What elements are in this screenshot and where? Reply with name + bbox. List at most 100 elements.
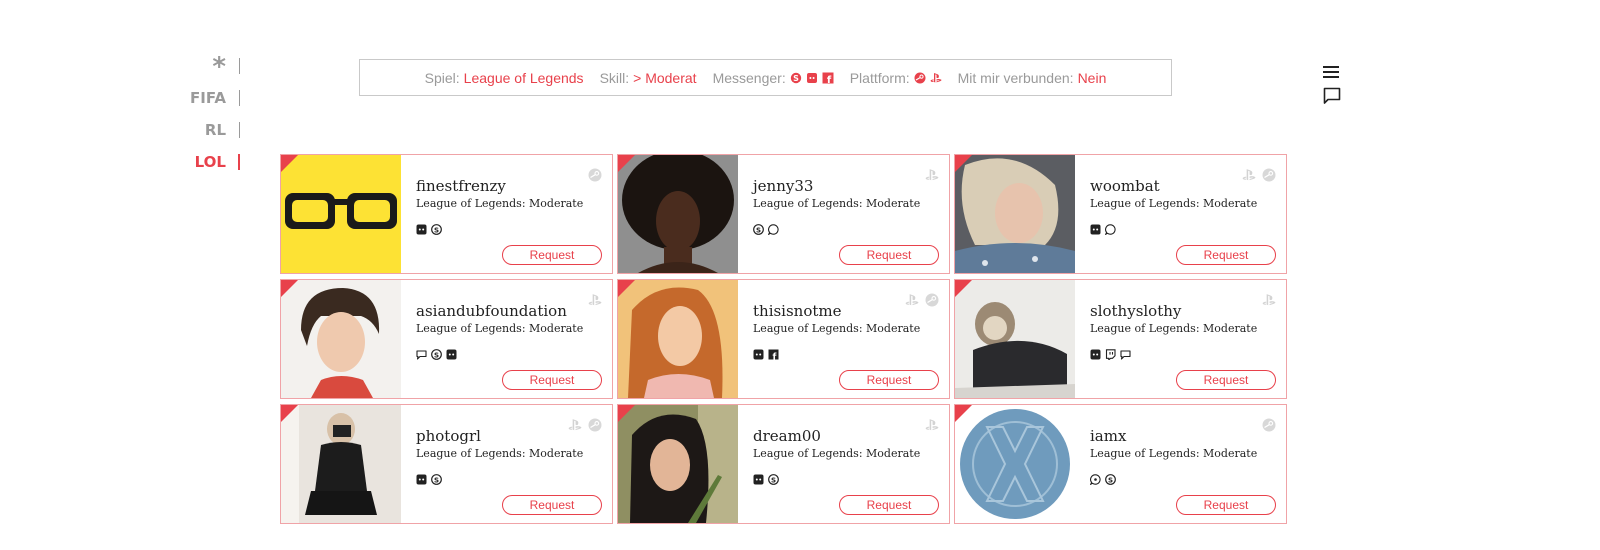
avatar[interactable] [281,280,401,398]
user-card: finestfrenzy League of Legends: Moderate… [280,154,613,274]
game-skill: League of Legends: Moderate [416,322,584,335]
game-skill: League of Legends: Moderate [1090,322,1258,335]
messenger-list: S [416,349,612,360]
card-info: iamx League of Legends: Moderate S Reque… [1075,405,1286,523]
request-button[interactable]: Request [839,495,939,515]
messenger-list: S [1090,474,1286,485]
platform-list [925,418,939,432]
avatar[interactable] [281,155,401,273]
discord-icon[interactable] [806,72,818,84]
request-button[interactable]: Request [502,245,602,265]
card-info: woombat League of Legends: Moderate Requ… [1075,155,1286,273]
request-button[interactable]: Request [839,370,939,390]
facebook-icon[interactable]: f [822,72,834,84]
corner-flag [281,405,298,422]
messenger-list [1090,349,1286,360]
game-skill: League of Legends: Moderate [416,197,584,210]
request-button[interactable]: Request [1176,245,1276,265]
svg-text:f: f [773,353,777,361]
platform-list [925,168,939,182]
game-nav-fifa[interactable]: FIFA [180,84,242,116]
whatsapp-icon [1105,224,1116,235]
filter-verbunden-label: Mit mir verbunden: [957,69,1074,86]
user-card: thisisnotme League of Legends: Moderate … [617,279,950,399]
skype-icon[interactable]: S [790,72,802,84]
redhead-avatar-image [618,280,738,398]
request-button[interactable]: Request [502,495,602,515]
filter-spiel-value[interactable]: League of Legends [464,70,584,86]
user-card: photogrl League of Legends: Moderate S R… [280,404,613,524]
game-skill: League of Legends: Moderate [753,197,921,210]
game-skill: League of Legends: Moderate [753,447,921,460]
card-info: dream00 League of Legends: Moderate S Re… [738,405,949,523]
avatar[interactable] [955,155,1075,273]
username[interactable]: dream00 [753,427,949,445]
filter-skill-value[interactable]: > Moderat [633,70,696,86]
avatar[interactable] [618,280,738,398]
filter-plattform[interactable]: Plattform: [850,70,942,86]
corner-flag [955,155,972,172]
discord-icon [1090,224,1101,235]
request-button[interactable]: Request [1176,370,1276,390]
filter-skill[interactable]: Skill: > Moderat [600,70,697,86]
curly-hair-avatar-image [618,155,738,273]
playstation-icon [905,294,919,306]
filter-messenger[interactable]: Messenger: S f [713,70,834,86]
game-nav-all[interactable]: * [180,52,242,84]
filter-verbunden[interactable]: Mit mir verbunden: Nein [958,70,1107,86]
filter-verbunden-value[interactable]: Nein [1078,70,1107,86]
corner-flag [618,280,635,297]
messenger-list: S [416,474,612,485]
request-button[interactable]: Request [839,245,939,265]
steam-icon [1262,168,1276,182]
game-nav-rl[interactable]: RL [180,116,242,148]
filter-messenger-label: Messenger: [712,69,786,86]
game-nav-lol[interactable]: LOL [180,148,242,180]
game-skill: League of Legends: Moderate [1090,197,1258,210]
filter-spiel[interactable]: Spiel: League of Legends [425,70,584,86]
sloth-avatar-image [955,280,1075,398]
messenger-list: S [753,224,949,235]
hamburger-menu-icon[interactable] [1323,65,1339,79]
svg-text:S: S [1108,476,1113,484]
photographer-avatar-image [281,405,401,523]
corner-flag [955,280,972,297]
steam-icon [588,168,602,182]
card-info: jenny33 League of Legends: Moderate S Re… [738,155,949,273]
avatar[interactable] [281,405,401,523]
avatar[interactable] [955,405,1075,523]
twitch-icon [1105,349,1116,360]
filter-plattform-label: Plattform: [849,69,910,86]
corner-flag [955,405,972,422]
username[interactable]: finestfrenzy [416,177,612,195]
request-button[interactable]: Request [502,370,602,390]
chat-bubble-icon [1120,350,1131,360]
avatar[interactable] [955,280,1075,398]
discord-icon [416,224,427,235]
svg-text:S: S [793,74,799,83]
filter-skill-label: Skill: [599,69,630,86]
username[interactable]: slothyslothy [1090,302,1286,320]
username[interactable]: jenny33 [753,177,949,195]
filter-spiel-label: Spiel: [424,69,460,86]
playstation-icon[interactable] [930,72,942,84]
chat-icon[interactable] [1323,87,1341,105]
platform-list [588,168,602,182]
messenger-list [1090,224,1286,235]
facebook-icon: f [768,349,779,360]
playstation-icon [1262,294,1276,306]
username[interactable]: asiandubfoundation [416,302,612,320]
playstation-icon [588,294,602,306]
platform-list [1242,168,1276,182]
avatar[interactable] [618,405,738,523]
request-button[interactable]: Request [1176,495,1276,515]
corner-flag [618,405,635,422]
filter-bar: Spiel: League of Legends Skill: > Modera… [359,59,1172,96]
skype-icon: S [431,349,442,360]
avatar[interactable] [618,155,738,273]
steam-icon [588,418,602,432]
game-skill: League of Legends: Moderate [416,447,584,460]
steam-icon[interactable] [914,72,926,84]
glasses-avatar-image [281,155,401,273]
username[interactable]: iamx [1090,427,1286,445]
